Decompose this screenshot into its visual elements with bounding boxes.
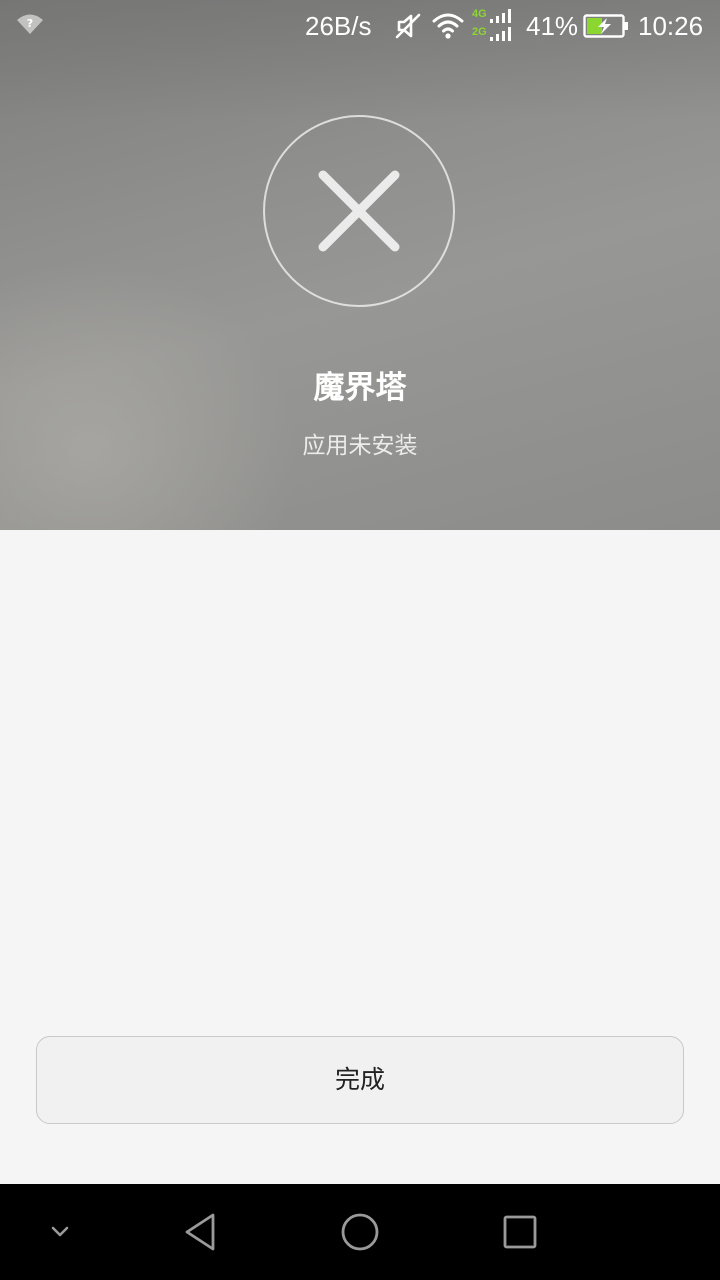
battery-charging-icon (583, 14, 629, 38)
wifi-icon (432, 12, 464, 40)
svg-text:?: ? (27, 17, 33, 30)
chevron-down-icon[interactable] (30, 1202, 90, 1262)
back-icon[interactable] (170, 1202, 230, 1262)
app-name: 魔界塔 (313, 370, 407, 406)
wifi-question-icon: ? (16, 12, 44, 36)
cellular-signal-icon: 4G 2G (470, 6, 516, 44)
recents-icon[interactable] (490, 1202, 550, 1262)
install-status-message: 应用未安装 (302, 433, 418, 459)
result-header: ? 26B/s 4G 2G 41% 10:26 魔界塔 应用未安装 (0, 0, 720, 530)
network-speed: 26B/s (305, 11, 372, 41)
clock: 10:26 (638, 11, 704, 41)
mute-icon (393, 12, 423, 40)
status-bar: ? 26B/s 4G 2G 41% 10:26 (0, 0, 720, 52)
install-failed-indicator (263, 115, 455, 307)
navigation-bar (0, 1184, 720, 1280)
home-icon[interactable] (330, 1202, 390, 1262)
close-icon (318, 170, 400, 252)
network-type-top: 4G (472, 8, 487, 20)
battery-percent: 41% (526, 11, 579, 41)
done-button[interactable]: 完成 (36, 1036, 684, 1124)
network-type-bottom: 2G (472, 26, 487, 38)
